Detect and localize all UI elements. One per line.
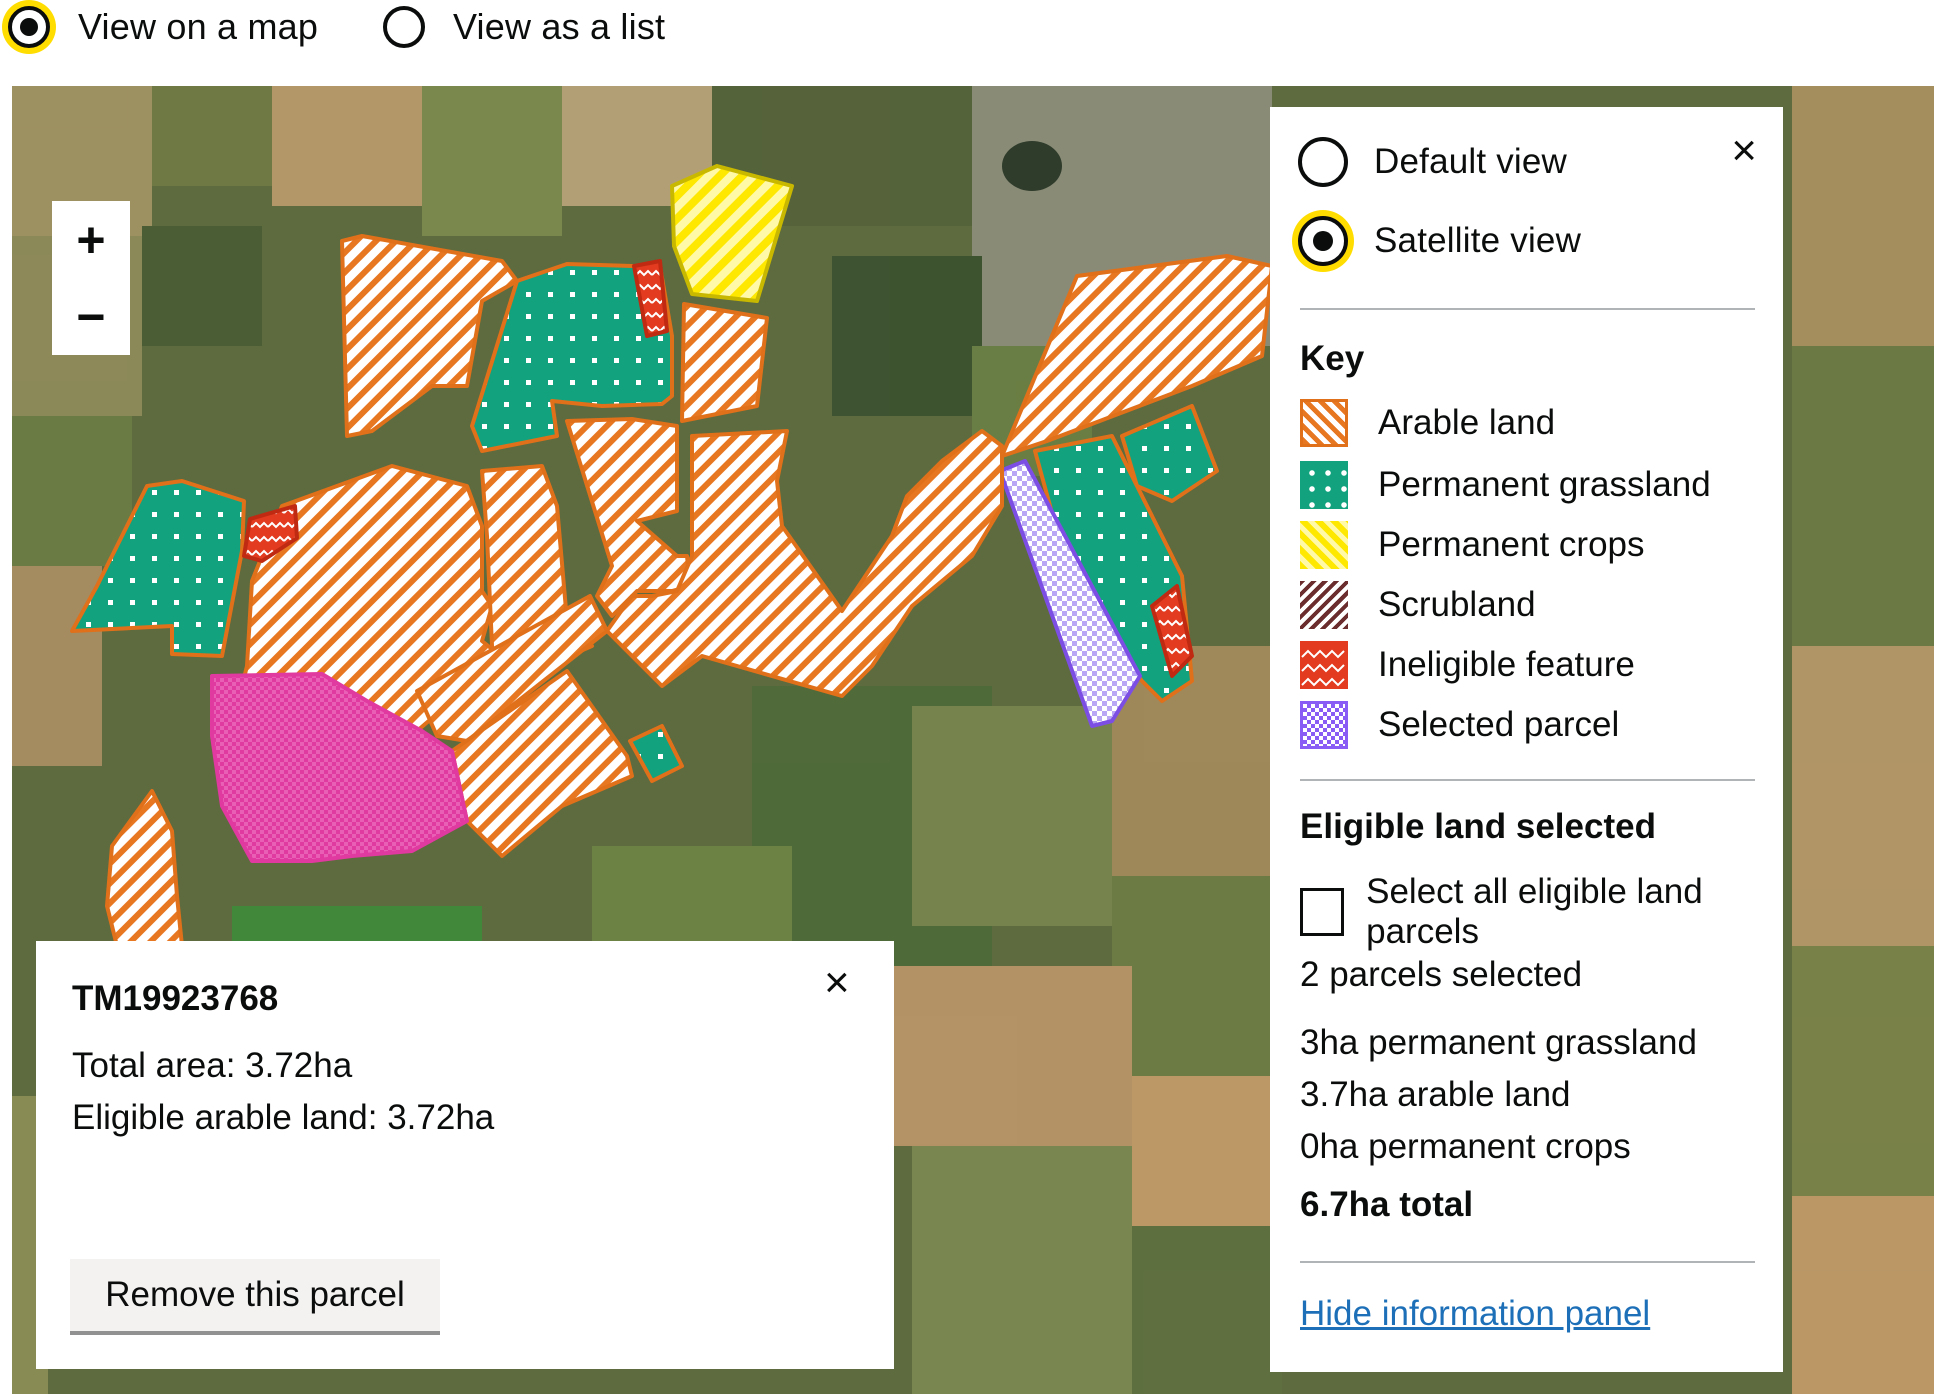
key-label: Permanent crops (1378, 525, 1645, 564)
selected-swatch-icon (1300, 701, 1348, 749)
information-panel: × Default view Satellite view Key Arable… (1270, 107, 1783, 1372)
default-view-radio[interactable]: Default view (1298, 137, 1567, 187)
radio-unselected-icon[interactable] (383, 6, 425, 48)
close-panel-icon[interactable]: × (1731, 129, 1757, 173)
parcel-id: TM19923768 (72, 979, 279, 1018)
key-item-crops: Permanent crops (1300, 521, 1645, 569)
summary-crops: 0ha permanent crops (1300, 1127, 1631, 1166)
summary-arable: 3.7ha arable land (1300, 1075, 1571, 1114)
checkbox-icon[interactable] (1300, 888, 1345, 936)
hide-information-panel-link[interactable]: Hide information panel (1300, 1294, 1650, 1334)
key-label: Scrubland (1378, 585, 1536, 624)
zigzag-icon (1301, 649, 1345, 687)
view-as-list-radio[interactable]: View as a list (383, 6, 665, 48)
eligible-land-heading: Eligible land selected (1300, 807, 1656, 846)
satellite-view-label: Satellite view (1374, 221, 1582, 260)
key-heading: Key (1300, 339, 1365, 378)
satellite-view-radio[interactable]: Satellite view (1298, 216, 1581, 266)
key-item-arable: Arable land (1300, 399, 1555, 447)
scrubland-swatch-icon (1300, 581, 1348, 629)
zoom-controls: + − (52, 201, 130, 355)
key-label: Permanent grassland (1378, 465, 1711, 504)
view-on-map-radio[interactable]: View on a map (8, 6, 318, 48)
zoom-out-button[interactable]: − (52, 278, 130, 355)
close-popup-icon[interactable]: × (824, 961, 850, 1005)
divider (1300, 308, 1755, 310)
default-view-label: Default view (1374, 142, 1568, 181)
grassland-swatch-icon (1300, 461, 1348, 509)
radio-selected-icon[interactable] (8, 6, 50, 48)
remove-parcel-button[interactable]: Remove this parcel (70, 1259, 440, 1335)
parcel-arable (680, 302, 769, 423)
key-label: Selected parcel (1378, 705, 1620, 744)
key-label: Arable land (1378, 403, 1556, 442)
summary-total: 6.7ha total (1300, 1185, 1474, 1224)
parcel-total-area: Total area: 3.72ha (72, 1046, 353, 1085)
view-toggle: View on a map View as a list (0, 0, 1934, 80)
summary-grassland: 3ha permanent grassland (1300, 1023, 1697, 1062)
radio-selected-icon[interactable] (1298, 216, 1348, 266)
view-as-list-label: View as a list (453, 6, 666, 47)
key-label: Ineligible feature (1378, 645, 1635, 684)
zoom-in-button[interactable]: + (52, 201, 130, 278)
radio-unselected-icon[interactable] (1298, 137, 1348, 187)
divider (1300, 1261, 1755, 1263)
divider (1300, 779, 1755, 781)
view-on-map-label: View on a map (78, 6, 319, 47)
key-item-scrubland: Scrubland (1300, 581, 1536, 629)
parcel-eligible-arable: Eligible arable land: 3.72ha (72, 1098, 495, 1137)
select-all-label: Select all eligible land parcels (1366, 872, 1703, 951)
select-all-checkbox[interactable]: Select all eligible land parcels (1300, 872, 1783, 952)
key-item-grassland: Permanent grassland (1300, 461, 1711, 509)
key-item-ineligible: Ineligible feature (1300, 641, 1635, 689)
ineligible-swatch-icon (1300, 641, 1348, 689)
parcel-details-popup: × TM19923768 Total area: 3.72ha Eligible… (36, 941, 894, 1369)
crops-swatch-icon (1300, 521, 1348, 569)
arable-swatch-icon (1300, 399, 1348, 447)
key-item-selected: Selected parcel (1300, 701, 1619, 749)
parcels-selected-count: 2 parcels selected (1300, 955, 1583, 994)
